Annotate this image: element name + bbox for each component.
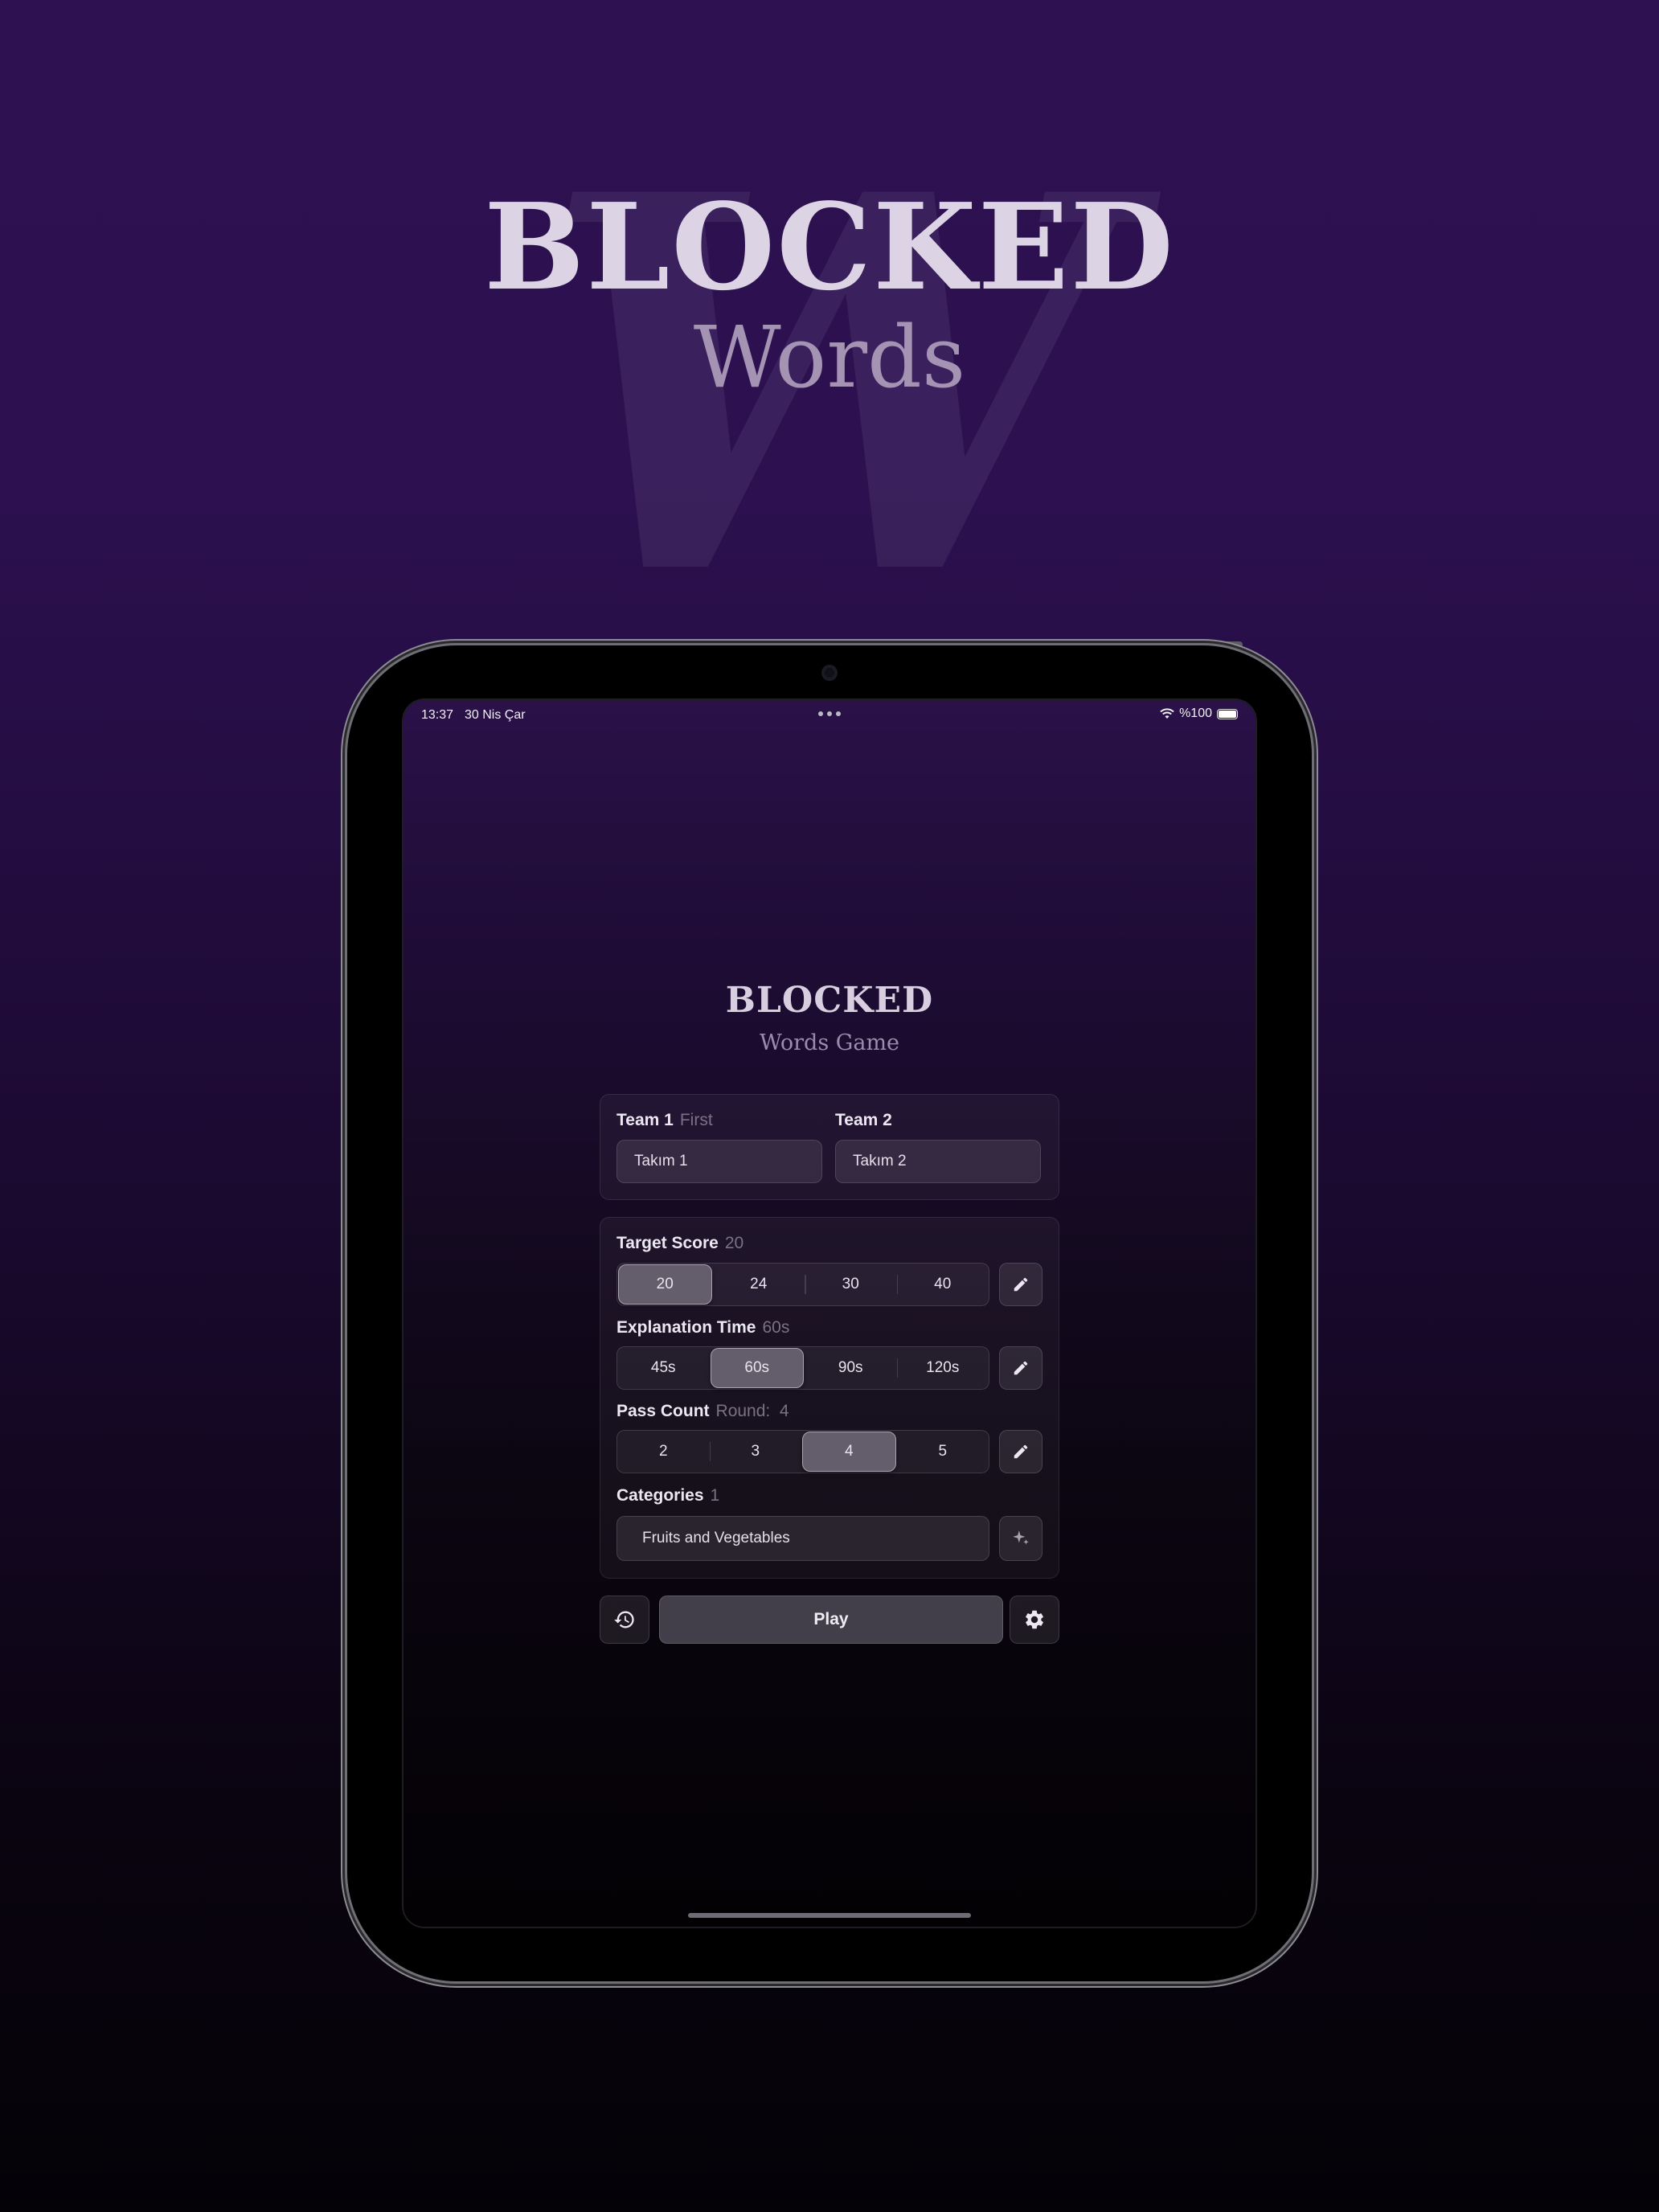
pencil-icon [1014, 1444, 1028, 1459]
app-screen: 13:37 30 Nis Çar %100 BLOCKED Words Game… [403, 700, 1256, 1927]
explanation-time-option-90s[interactable]: 90s [805, 1347, 897, 1389]
target-score-label: Target Score 20 [616, 1234, 744, 1252]
target-score-option-20[interactable]: 20 [618, 1264, 712, 1305]
multitasking-dots-icon[interactable] [818, 711, 841, 716]
pass-count-option-4[interactable]: 4 [802, 1432, 896, 1472]
app-title: BLOCKED [725, 980, 934, 1021]
team1-hint: First [679, 1111, 713, 1129]
explanation-time-value: 60s [762, 1318, 790, 1337]
pencil-icon [1014, 1277, 1028, 1292]
status-date: 30 Nis Çar [465, 708, 526, 722]
front-camera [821, 665, 838, 681]
settings-card: Target Score 20 20 24 30 40 Explanation T… [600, 1217, 1059, 1579]
team1-name-input[interactable]: Takım 1 [616, 1140, 822, 1183]
pass-count-option-3[interactable]: 3 [709, 1431, 802, 1473]
pencil-icon [1014, 1361, 1028, 1375]
history-button[interactable] [600, 1596, 649, 1644]
status-right: %100 [1160, 707, 1238, 721]
hero-subtitle: Words [693, 308, 966, 407]
wifi-icon [1160, 708, 1174, 719]
home-indicator[interactable] [688, 1913, 971, 1918]
team2-label: Team 2 [835, 1111, 892, 1129]
target-score-option-24[interactable]: 24 [713, 1264, 805, 1305]
marketing-header: W BLOCKED Words [0, 0, 1659, 643]
team1-label: Team 1 First [616, 1111, 713, 1129]
categories-count: 1 [710, 1486, 720, 1505]
categories-selector[interactable]: Fruits and Vegetables [616, 1516, 989, 1561]
pass-count-option-5[interactable]: 5 [897, 1431, 989, 1473]
settings-button[interactable] [1010, 1596, 1059, 1644]
explanation-time-option-45s[interactable]: 45s [617, 1347, 710, 1389]
team2-name-input[interactable]: Takım 2 [835, 1140, 1041, 1183]
gear-icon [1026, 1610, 1043, 1629]
battery-percent: %100 [1179, 707, 1212, 720]
status-bar: 13:37 30 Nis Çar %100 [403, 700, 1256, 729]
battery-icon [1217, 708, 1238, 719]
app-subtitle: Words Game [759, 1030, 900, 1055]
explanation-time-option-120s[interactable]: 120s [896, 1347, 989, 1389]
status-time: 13:37 [421, 708, 454, 722]
hero-title: BLOCKED [484, 177, 1175, 317]
pass-count-segmented-control: 2 3 4 5 [616, 1430, 989, 1473]
pass-count-value: Round: 4 [715, 1402, 789, 1420]
explanation-time-segmented-control: 45s 60s 90s 120s [616, 1346, 989, 1390]
edit-target-score-button[interactable] [999, 1263, 1043, 1306]
sparkle-icon [1013, 1530, 1029, 1545]
pass-count-label: Pass Count Round: 4 [616, 1402, 789, 1420]
history-icon [614, 1611, 634, 1628]
target-score-option-40[interactable]: 40 [896, 1264, 989, 1305]
target-score-option-30[interactable]: 30 [805, 1264, 897, 1305]
edit-explanation-time-button[interactable] [999, 1346, 1043, 1390]
teams-card: Team 1 First Team 2 Takım 1 Takım 2 [600, 1094, 1059, 1200]
play-button[interactable]: Play [659, 1596, 1003, 1644]
explanation-time-option-60s[interactable]: 60s [710, 1348, 804, 1388]
explanation-time-label: Explanation Time 60s [616, 1318, 790, 1337]
pass-count-option-2[interactable]: 2 [617, 1431, 710, 1473]
categories-label: Categories 1 [616, 1486, 720, 1505]
categories-suggest-button[interactable] [999, 1516, 1043, 1561]
target-score-segmented-control: 20 24 30 40 [616, 1263, 989, 1306]
edit-pass-count-button[interactable] [999, 1430, 1043, 1473]
target-score-value: 20 [724, 1234, 744, 1252]
